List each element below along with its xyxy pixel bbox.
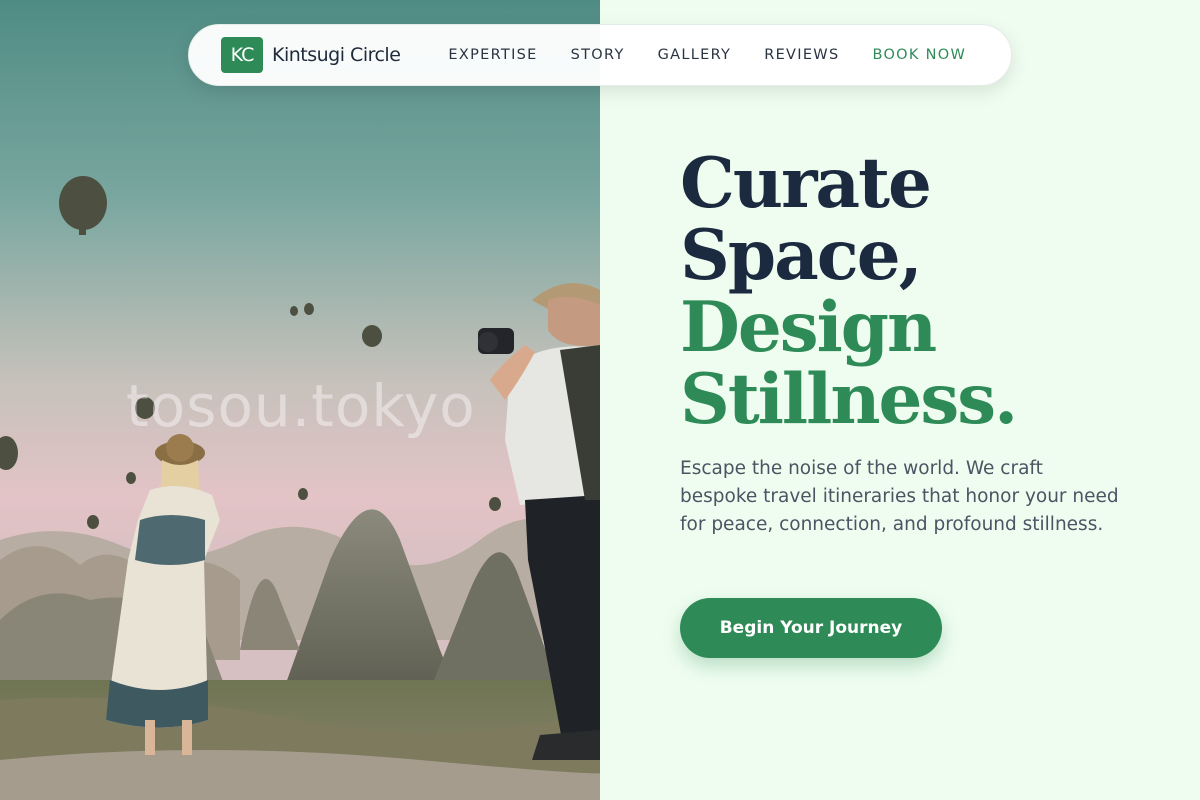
hero-headline: Curate Space, Design Stillness. (680, 143, 1018, 440)
headline-line-1: Curate (680, 143, 932, 224)
nav-link-gallery[interactable]: GALLERY (658, 47, 732, 63)
logo-badge[interactable]: KC (221, 37, 263, 73)
nav-bar: KC Kintsugi Circle EXPERTISE STORY GALLE… (188, 24, 1012, 86)
nav-link-story[interactable]: STORY (571, 47, 625, 63)
nav-link-expertise[interactable]: EXPERTISE (448, 47, 537, 63)
hero-subtitle: Escape the noise of the world. We craft … (680, 458, 1119, 535)
nav-link-reviews[interactable]: REVIEWS (764, 47, 839, 63)
brand-name[interactable]: Kintsugi Circle (272, 44, 401, 66)
hero-photo: tosou.tokyo (0, 0, 600, 800)
headline-line-4: Stillness. (680, 359, 1018, 440)
nav-link-book-now[interactable]: BOOK NOW (872, 47, 966, 63)
nav-links: EXPERTISE STORY GALLERY REVIEWS BOOK NOW (448, 47, 966, 63)
begin-journey-button[interactable]: Begin Your Journey (680, 598, 942, 658)
headline-line-2: Space, (680, 215, 923, 296)
watermark-text: tosou.tokyo (126, 372, 476, 440)
headline-line-3: Design (680, 287, 937, 368)
